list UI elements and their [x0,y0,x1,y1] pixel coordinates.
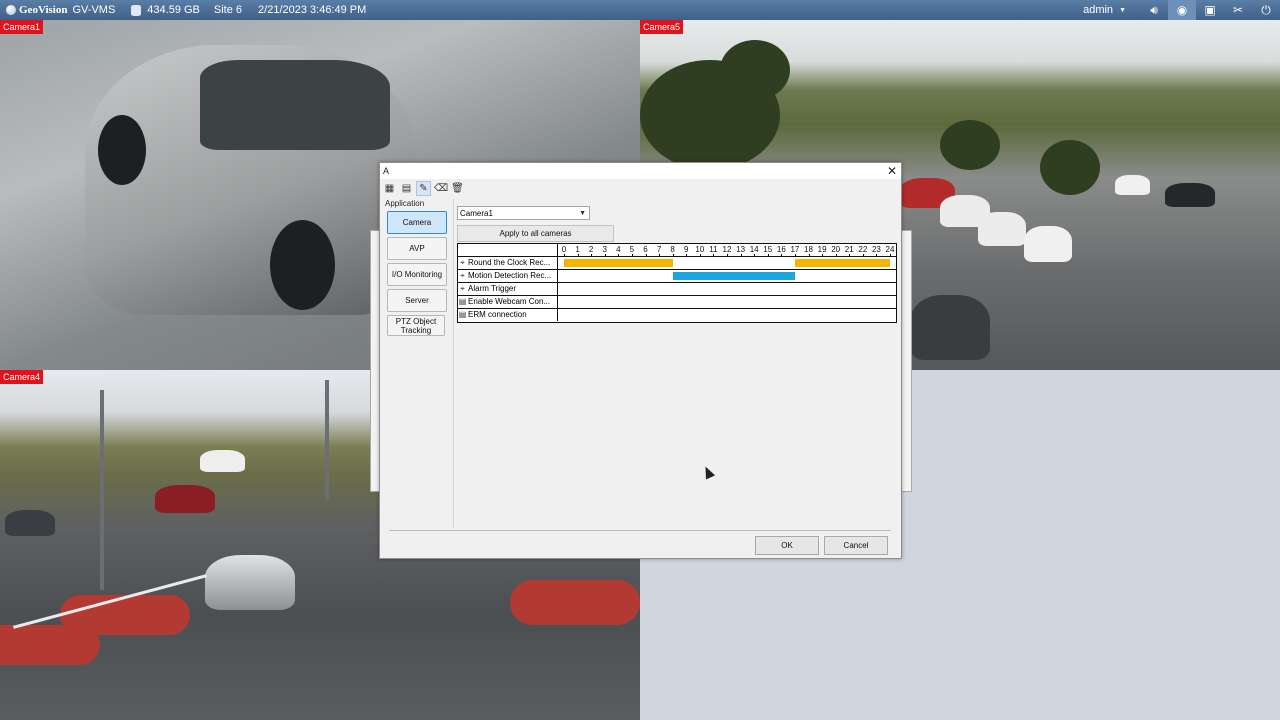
site-label: Site 6 [213,4,243,16]
dialog-title: A [383,166,390,176]
red-car [155,485,215,513]
schedule-row-text: Motion Detection Rec... [468,271,552,280]
schedule-row-text: Round the Clock Rec... [468,258,551,267]
datetime: 2/21/2023 3:46:49 PM [258,4,367,16]
schedule-dialog: A ✕ ▦ ▤ ✎ ⌫ 🗑︎ Application Camera AVP I/… [379,162,902,559]
schedule-row[interactable]: ⌖ Alarm Trigger [458,282,896,295]
camera-icon: ⌖ [460,258,465,267]
geovision-logo: GeoVision [6,4,68,16]
nav-ptz-object-tracking-button[interactable]: PTZ Object Tracking [387,315,445,336]
document-icon: ▤ [458,297,467,306]
parked-car [1115,175,1150,195]
logo-text: GeoVision [19,4,68,16]
camera-label: Camera1 [0,20,44,34]
dialog-toolbar: ▦ ▤ ✎ ⌫ 🗑︎ [383,181,464,196]
top-bar: GeoVision GV-VMS 434.59 GB Site 6 2/21/2… [0,0,1280,20]
nav-section-header: Application [385,199,425,208]
schedule-header-label [458,244,558,256]
wheel [270,220,335,310]
schedule-row-text: Enable Webcam Con... [468,297,551,306]
parked-car [1165,183,1215,207]
tree [1040,140,1100,195]
schedule-row[interactable]: ⌖ Motion Detection Rec... [458,269,896,282]
cancel-button[interactable]: Cancel [824,536,888,555]
nav-separator [453,199,454,527]
chevron-down-icon: ▼ [579,210,586,217]
curb [510,580,640,625]
schedule-bar[interactable] [672,272,795,280]
parked-car [978,212,1026,246]
truck [200,450,245,472]
database-icon [131,4,142,16]
storage-value: 434.59 GB [147,4,200,16]
trash-icon[interactable]: 🗑︎ [451,182,464,195]
parked-car [1024,226,1072,262]
schedule-bar[interactable] [564,259,673,267]
nav-ptz-line1: PTZ Object [395,317,437,326]
camera-label: Camera4 [0,370,44,384]
eraser-icon[interactable]: ⌫ [434,182,448,195]
parked-car [910,295,990,360]
dialog-divider [389,530,891,531]
schedule-row[interactable]: ▤ ERM connection [458,308,896,321]
apply-to-all-cameras-button[interactable]: Apply to all cameras [457,225,614,242]
pole [325,380,329,500]
pole [100,390,104,590]
schedule-grid[interactable]: 0 1 2 3 4 5 6 7 8 9 10 11 12 13 14 15 16 17 18 19 20 21 22 23 24… [457,243,897,323]
schedule-row-timeline[interactable] [558,296,896,308]
schedule-row-text: ERM connection [468,310,527,319]
camera-icon: ⌖ [460,284,465,293]
user-menu[interactable]: admin ▼ [1083,4,1126,16]
camera-select[interactable]: Camera1 ▼ [457,206,590,220]
schedule-row[interactable]: ⌖ Round the Clock Rec... [458,256,896,269]
volume-icon[interactable]: 🔊︎ [1140,0,1168,20]
storage-indicator: 434.59 GB [131,4,200,16]
nav-camera-button[interactable]: Camera [387,211,447,234]
pencil-icon[interactable]: ✎ [416,181,431,196]
tree [940,120,1000,170]
schedule-row-label: ▤ ERM connection [458,309,558,321]
schedule-row-label: ⌖ Round the Clock Rec... [458,257,558,269]
schedule-row-label: ▤ Enable Webcam Con... [458,296,558,308]
eye-icon[interactable]: ◉ [1168,0,1196,20]
schedule-row-label: ⌖ Alarm Trigger [458,283,558,295]
nav-ptz-line2: Tracking [400,326,432,335]
power-icon[interactable]: ⏻ [1252,0,1280,20]
schedule-bar[interactable] [794,259,890,267]
schedule-row-timeline[interactable] [558,257,896,269]
schedule-row-timeline[interactable] [558,283,896,295]
dialog-titlebar: A ✕ [380,163,901,179]
camera-select-value: Camera1 [460,209,493,218]
tree [720,40,790,100]
schedule-row-label: ⌖ Motion Detection Rec... [458,270,558,282]
schedule-row-timeline[interactable] [558,309,896,321]
app-name: GV-VMS [72,4,116,16]
wheel [98,115,146,185]
document-icon: ▤ [458,310,467,319]
calendar-week-icon[interactable]: ▤ [400,182,413,195]
category-nav: Application Camera AVP I/O Monitoring Se… [385,199,454,527]
tools-icon[interactable]: ✂ [1224,0,1252,20]
nav-server-button[interactable]: Server [387,289,447,312]
schedule-row[interactable]: ▤ Enable Webcam Con... [458,295,896,308]
save-icon[interactable]: ▣ [1196,0,1224,20]
suv [205,555,295,610]
globe-icon [6,5,16,15]
nav-avp-button[interactable]: AVP [387,237,447,260]
camera-label: Camera5 [640,20,684,34]
windshield [200,60,390,150]
hour-scale: 0 1 2 3 4 5 6 7 8 9 10 11 12 13 14 15 16 17 18 19 20 21 22 23 24 [558,244,896,256]
curb [0,625,100,665]
dark-car [5,510,55,536]
chevron-down-icon: ▼ [1119,6,1126,14]
nav-io-monitoring-button[interactable]: I/O Monitoring [387,263,447,286]
ok-button[interactable]: OK [755,536,819,555]
camera-icon: ⌖ [460,271,465,280]
user-name: admin [1083,4,1114,16]
calendar-icon[interactable]: ▦ [383,182,396,195]
close-icon[interactable]: ✕ [887,163,897,179]
schedule-row-text: Alarm Trigger [468,284,517,293]
schedule-row-timeline[interactable] [558,270,896,282]
